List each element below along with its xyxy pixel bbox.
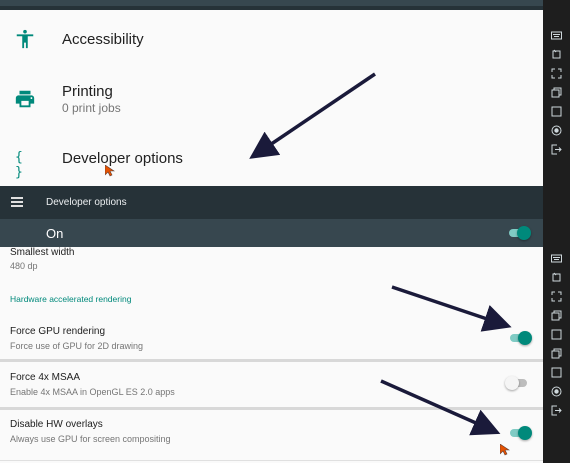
settings-list-panel: Accessibility Printing 0 print jobs { } … bbox=[0, 0, 543, 186]
exit-icon[interactable] bbox=[551, 405, 562, 416]
list-item-force-4x-msaa[interactable]: Force 4x MSAA Enable 4x MSAA in OpenGL E… bbox=[0, 366, 543, 406]
top-strip bbox=[0, 0, 543, 10]
settings-item-printing[interactable]: Printing 0 print jobs bbox=[0, 72, 543, 126]
record-icon[interactable] bbox=[551, 386, 562, 397]
developer-options-list: Smallest width 480 dp Hardware accelerat… bbox=[0, 247, 543, 463]
settings-item-accessibility[interactable]: Accessibility bbox=[0, 10, 543, 70]
list-item-smallest-width[interactable]: Smallest width 480 dp bbox=[0, 247, 543, 281]
list-item-disable-hw-overlays[interactable]: Disable HW overlays Always use GPU for s… bbox=[0, 413, 543, 457]
master-switch-bar[interactable]: On bbox=[0, 219, 543, 247]
fullscreen-icon[interactable] bbox=[551, 291, 562, 302]
emulator-sidebar-top bbox=[543, 0, 570, 186]
item-title: Disable HW overlays bbox=[10, 419, 103, 430]
multi-window-icon[interactable] bbox=[551, 348, 562, 359]
rotate-icon[interactable] bbox=[551, 49, 562, 60]
fullscreen-icon[interactable] bbox=[551, 68, 562, 79]
printer-icon bbox=[14, 88, 36, 110]
square-icon[interactable] bbox=[551, 329, 562, 340]
master-switch-toggle[interactable] bbox=[507, 226, 531, 240]
toolbar: Developer options bbox=[0, 186, 543, 219]
settings-item-title: Printing bbox=[62, 83, 113, 100]
toolbar-title: Developer options bbox=[46, 197, 127, 208]
code-braces-icon: { } bbox=[15, 150, 25, 180]
settings-item-subtitle: 0 print jobs bbox=[62, 101, 121, 115]
section-header-hardware-rendering: Hardware accelerated rendering bbox=[10, 294, 132, 304]
item-subtitle: 480 dp bbox=[10, 261, 38, 271]
force-4x-msaa-toggle[interactable] bbox=[505, 376, 529, 390]
multi-window-icon[interactable] bbox=[551, 310, 562, 321]
rotate-icon[interactable] bbox=[551, 272, 562, 283]
master-switch-label: On bbox=[46, 226, 64, 241]
settings-item-title: Developer options bbox=[62, 150, 183, 167]
mouse-cursor-icon bbox=[105, 165, 115, 177]
accessibility-icon bbox=[14, 28, 36, 50]
square-icon[interactable] bbox=[551, 106, 562, 117]
item-subtitle: Always use GPU for screen compositing bbox=[10, 434, 171, 444]
keyboard-icon[interactable] bbox=[551, 30, 562, 41]
settings-item-title: Accessibility bbox=[62, 31, 144, 48]
force-gpu-rendering-toggle[interactable] bbox=[508, 331, 532, 345]
square-icon[interactable] bbox=[551, 367, 562, 378]
record-icon[interactable] bbox=[551, 125, 562, 136]
list-item-force-gpu-rendering[interactable]: Force GPU rendering Force use of GPU for… bbox=[0, 321, 543, 357]
settings-item-developer-options[interactable]: { } Developer options bbox=[0, 128, 543, 186]
keyboard-icon[interactable] bbox=[551, 253, 562, 264]
item-subtitle: Force use of GPU for 2D drawing bbox=[10, 341, 144, 351]
item-title: Force 4x MSAA bbox=[10, 372, 81, 383]
menu-icon[interactable] bbox=[11, 197, 23, 207]
mouse-cursor-icon bbox=[500, 444, 510, 456]
divider bbox=[0, 460, 543, 461]
exit-icon[interactable] bbox=[551, 144, 562, 155]
item-title: Force GPU rendering bbox=[10, 326, 106, 337]
item-subtitle: Enable 4x MSAA in OpenGL ES 2.0 apps bbox=[10, 387, 175, 397]
divider bbox=[0, 359, 543, 362]
divider bbox=[0, 407, 543, 410]
disable-hw-overlays-toggle[interactable] bbox=[508, 426, 532, 440]
emulator-sidebar-bottom bbox=[543, 186, 570, 463]
developer-options-screen: Developer options On Smallest width 480 … bbox=[0, 186, 543, 463]
item-title: Smallest width bbox=[10, 247, 75, 258]
multi-window-icon[interactable] bbox=[551, 87, 562, 98]
